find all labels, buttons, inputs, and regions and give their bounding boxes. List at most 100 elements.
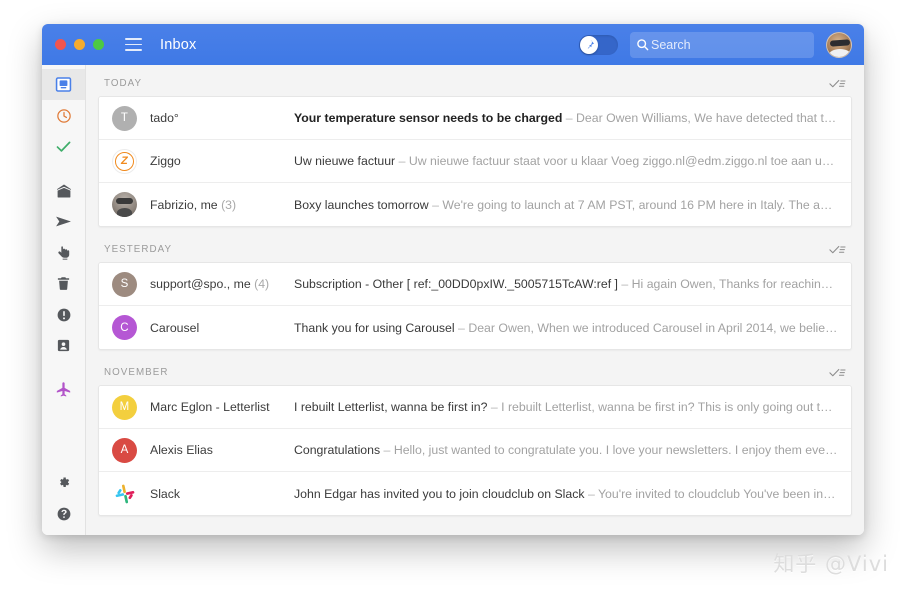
sidebar-item-settings[interactable] [42,467,85,498]
message-sender: Slack [137,487,294,501]
double-check-icon[interactable] [829,366,846,379]
message-subject: Subscription - Other [ ref:_00DD0pxIW._5… [294,277,618,291]
sidebar-item-inbox[interactable] [42,69,85,100]
sidebar-item-snoozed[interactable] [42,100,85,131]
sidebar-item-help[interactable] [42,498,85,529]
list-item[interactable]: S support@spo., me (4) Subscription - Ot… [99,263,851,306]
message-summary: John Edgar has invited you to join cloud… [294,487,839,501]
sidebar-divider-1 [42,162,85,175]
avatar: T [112,106,137,131]
message-preview: I rebuilt Letterlist, wanna be first in?… [501,400,839,414]
sidebar-item-travel[interactable] [42,374,85,405]
message-sender: tado° [137,111,294,125]
sender-name: Marc Eglon - Letterlist [150,400,270,414]
section-label: NOVEMBER [104,367,168,378]
search-input[interactable] [649,38,818,52]
sender-name: Ziggo [150,154,181,168]
sidebar-item-done[interactable] [42,131,85,162]
sender-name: Slack [150,487,180,501]
page-title: Inbox [160,37,196,53]
thread-count: (3) [221,198,236,212]
list-item[interactable]: Z Ziggo Uw nieuwe factuur – Uw nieuwe fa… [99,140,851,183]
sidebar-item-swipe[interactable] [42,237,85,268]
message-preview: We're going to launch at 7 AM PST, aroun… [442,198,839,212]
clock-icon [56,108,72,124]
avatar-letter: C [120,322,129,334]
pin-toggle[interactable] [579,35,618,55]
avatar-letter: S [121,278,129,290]
sidebar-item-trash[interactable] [42,268,85,299]
list-item[interactable]: A Alexis Elias Congratulations – Hello, … [99,429,851,472]
slack-icon [114,483,136,505]
avatar: Z [112,149,137,174]
title-bar: Inbox [42,24,864,65]
section-label: TODAY [104,78,142,89]
message-preview: Uw nieuwe factuur staat voor u klaar Voe… [409,154,839,168]
minimize-button[interactable] [74,39,85,50]
pin-icon [580,36,598,54]
message-sender: Marc Eglon - Letterlist [137,400,294,414]
avatar-letter: T [121,112,128,124]
sender-name: tado° [150,111,179,125]
hamburger-icon[interactable] [125,38,142,51]
message-preview: Hi again Owen, Thanks for reaching back … [632,277,839,291]
airplane-icon [55,381,72,398]
message-sender: support@spo., me (4) [137,277,294,291]
message-sender: Ziggo [137,154,294,168]
sender-name: Carousel [150,321,199,335]
message-subject: Thank you for using Carousel [294,321,455,335]
double-check-icon[interactable] [829,243,846,256]
avatar: S [112,272,137,297]
sidebar [42,65,86,535]
avatar: A [112,438,137,463]
hand-pointer-icon [56,245,72,261]
message-summary: Boxy launches tomorrow – We're going to … [294,198,839,212]
window-body: TODAY T tado° [42,65,864,535]
sidebar-spacer [42,405,85,467]
list-item[interactable]: M Marc Eglon - Letterlist I rebuilt Lett… [99,386,851,429]
message-summary: Subscription - Other [ ref:_00DD0pxIW._5… [294,277,839,291]
send-icon [55,213,72,230]
double-check-icon[interactable] [829,77,846,90]
section-header-yesterday: YESTERDAY [98,237,852,262]
avatar[interactable] [826,32,852,58]
sender-name: Fabrizio, me [150,198,218,212]
list-item[interactable]: Fabrizio, me (3) Boxy launches tomorrow … [99,183,851,226]
search-box[interactable] [630,32,814,58]
message-summary: Uw nieuwe factuur – Uw nieuwe factuur st… [294,154,839,168]
sidebar-item-drafts[interactable] [42,175,85,206]
thread-count: (4) [254,277,269,291]
message-group-november: M Marc Eglon - Letterlist I rebuilt Lett… [98,385,852,516]
trash-icon [56,276,71,291]
message-summary: I rebuilt Letterlist, wanna be first in?… [294,400,839,414]
window-controls [55,39,104,50]
avatar-letter: A [121,444,129,456]
message-summary: Your temperature sensor needs to be char… [294,111,839,125]
message-sender: Alexis Elias [137,443,294,457]
message-sender: Carousel [137,321,294,335]
message-subject: Uw nieuwe factuur [294,154,395,168]
sidebar-item-spam[interactable] [42,299,85,330]
close-button[interactable] [55,39,66,50]
sidebar-divider-2 [42,361,85,374]
app-window: Inbox [42,24,864,535]
section-header-november: NOVEMBER [98,360,852,385]
list-item[interactable]: Slack John Edgar has invited you to join… [99,472,851,515]
list-item[interactable]: T tado° Your temperature sensor needs to… [99,97,851,140]
message-preview: Dear Owen, When we introduced Carousel i… [468,321,839,335]
message-subject: Boxy launches tomorrow [294,198,429,212]
help-circle-icon [56,506,72,522]
maximize-button[interactable] [93,39,104,50]
message-sender: Fabrizio, me (3) [137,198,294,212]
toolbar-right [579,32,852,58]
sidebar-item-contacts[interactable] [42,330,85,361]
inbox-icon [55,76,72,93]
sidebar-item-sent[interactable] [42,206,85,237]
avatar: C [112,315,137,340]
message-list[interactable]: TODAY T tado° [86,65,864,535]
sender-name: support@spo., me [150,277,251,291]
avatar-letter: Z [115,152,134,171]
message-preview: You're invited to cloudclub You've been … [598,487,839,501]
list-item[interactable]: C Carousel Thank you for using Carousel … [99,306,851,349]
section-header-today: TODAY [98,71,852,96]
